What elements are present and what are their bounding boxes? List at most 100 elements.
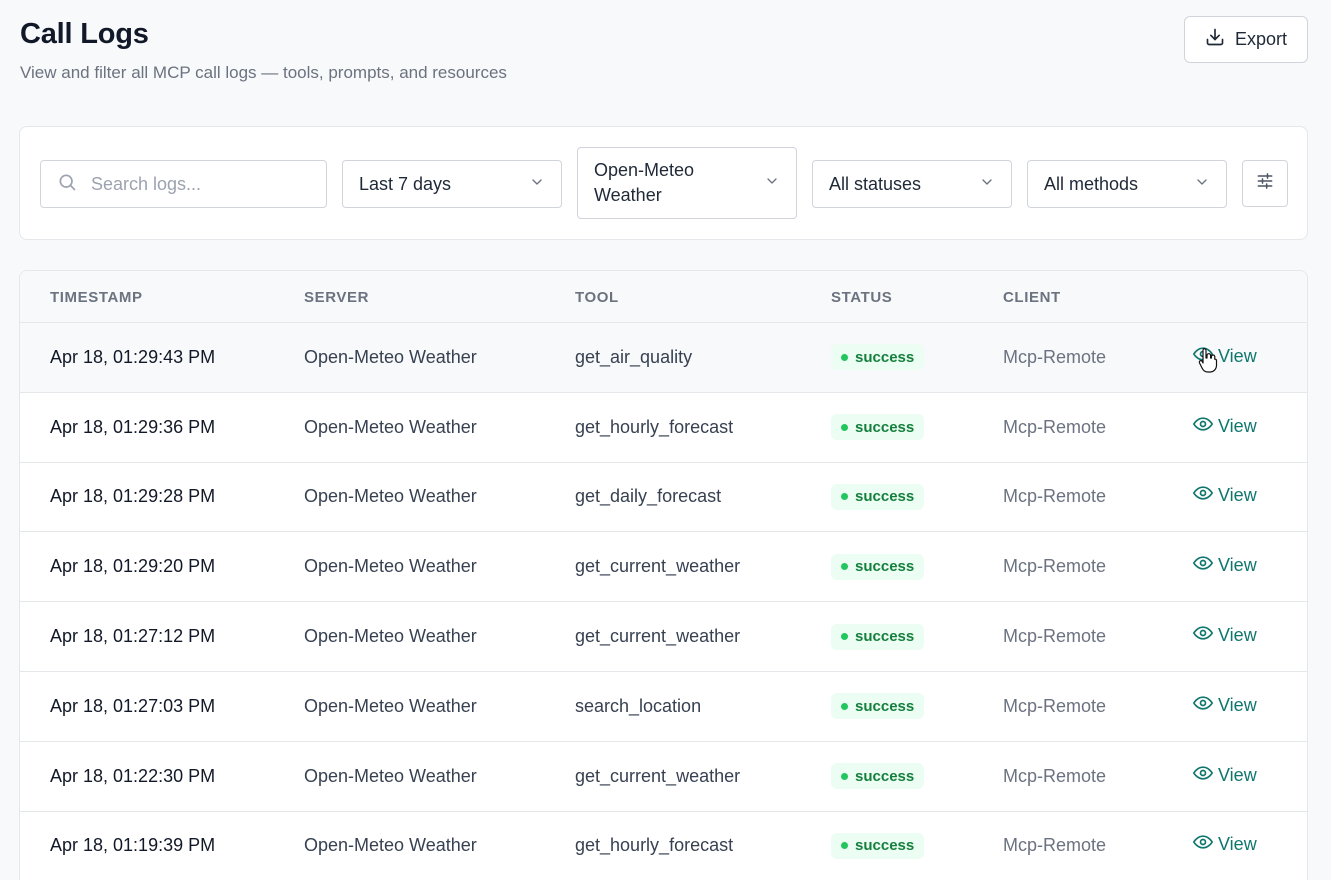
table-row[interactable]: Apr 18, 01:27:03 PM Open-Meteo Weather s… — [20, 672, 1307, 742]
timestamp-cell: Apr 18, 01:29:36 PM — [50, 416, 216, 437]
server-select[interactable]: Open-Meteo Weather — [577, 147, 797, 219]
view-label: View — [1218, 485, 1257, 506]
table-row[interactable]: Apr 18, 01:19:39 PM Open-Meteo Weather g… — [20, 812, 1307, 880]
column-header-tool: TOOL — [575, 289, 619, 306]
client-cell: Mcp-Remote — [1003, 556, 1107, 577]
status-badge: success — [831, 832, 925, 859]
status-dot-icon — [841, 493, 848, 501]
status-value: All statuses — [829, 173, 922, 194]
client-cell: Mcp-Remote — [1003, 626, 1107, 647]
view-button[interactable]: View — [1193, 623, 1257, 648]
action-cell: View — [1193, 323, 1257, 392]
status-cell: success — [831, 602, 925, 671]
status-cell: success — [831, 323, 925, 392]
view-button[interactable]: View — [1193, 414, 1257, 439]
tool-cell: get_current_weather — [575, 556, 741, 577]
view-button[interactable]: View — [1193, 693, 1257, 718]
search-field[interactable] — [40, 160, 327, 208]
action-cell: View — [1193, 742, 1257, 811]
action-cell: View — [1193, 393, 1257, 462]
chevron-down-icon — [529, 174, 545, 195]
client-cell: Mcp-Remote — [1003, 695, 1107, 716]
filter-bar: Last 7 days Open-Meteo Weather All statu… — [19, 126, 1308, 240]
eye-icon — [1193, 693, 1213, 718]
status-cell: success — [831, 742, 925, 811]
table-body: Apr 18, 01:29:43 PM Open-Meteo Weather g… — [20, 323, 1307, 880]
export-button[interactable]: Export — [1184, 16, 1308, 63]
column-header-timestamp: TIMESTAMP — [50, 289, 143, 306]
view-label: View — [1218, 415, 1257, 436]
status-dot-icon — [841, 563, 848, 571]
page-title: Call Logs — [20, 18, 149, 50]
view-label: View — [1218, 555, 1257, 576]
column-header-status: STATUS — [831, 289, 893, 306]
table-row[interactable]: Apr 18, 01:29:43 PM Open-Meteo Weather g… — [20, 323, 1307, 393]
table-row[interactable]: Apr 18, 01:27:12 PM Open-Meteo Weather g… — [20, 602, 1307, 672]
timestamp-cell: Apr 18, 01:29:28 PM — [50, 486, 216, 507]
server-cell: Open-Meteo Weather — [304, 556, 477, 577]
search-input[interactable] — [91, 173, 291, 195]
search-icon — [57, 172, 91, 197]
status-text: success — [855, 697, 915, 715]
date-range-select[interactable]: Last 7 days — [342, 160, 562, 208]
status-badge: success — [831, 623, 925, 650]
view-label: View — [1218, 694, 1257, 715]
status-cell: success — [831, 393, 925, 462]
sliders-icon — [1255, 171, 1275, 196]
timestamp-cell: Apr 18, 01:29:43 PM — [50, 346, 216, 367]
download-icon — [1205, 27, 1225, 52]
eye-icon — [1193, 763, 1213, 788]
status-cell: success — [831, 672, 925, 741]
table-row[interactable]: Apr 18, 01:29:20 PM Open-Meteo Weather g… — [20, 532, 1307, 603]
timestamp-cell: Apr 18, 01:29:20 PM — [50, 556, 216, 577]
table-row[interactable]: Apr 18, 01:29:28 PM Open-Meteo Weather g… — [20, 463, 1307, 533]
timestamp-cell: Apr 18, 01:19:39 PM — [50, 835, 216, 856]
view-button[interactable]: View — [1193, 763, 1257, 788]
view-label: View — [1218, 764, 1257, 785]
status-text: success — [855, 767, 915, 785]
chevron-down-icon — [764, 173, 780, 194]
view-button[interactable]: View — [1193, 344, 1257, 369]
eye-icon — [1193, 344, 1213, 369]
view-button[interactable]: View — [1193, 483, 1257, 508]
view-label: View — [1218, 345, 1257, 366]
status-badge: success — [831, 344, 925, 371]
view-label: View — [1218, 625, 1257, 646]
date-range-value: Last 7 days — [359, 173, 452, 194]
server-cell: Open-Meteo Weather — [304, 765, 477, 786]
method-select[interactable]: All methods — [1027, 160, 1227, 208]
status-text: success — [855, 837, 915, 855]
eye-icon — [1193, 832, 1213, 857]
server-cell: Open-Meteo Weather — [304, 626, 477, 647]
server-cell: Open-Meteo Weather — [304, 346, 477, 367]
timestamp-cell: Apr 18, 01:22:30 PM — [50, 765, 216, 786]
status-text: success — [855, 348, 915, 366]
method-value: All methods — [1044, 173, 1139, 194]
eye-icon — [1193, 553, 1213, 578]
view-button[interactable]: View — [1193, 832, 1257, 857]
page-subtitle: View and filter all MCP call logs — tool… — [20, 63, 507, 82]
advanced-filters-button[interactable] — [1242, 160, 1288, 207]
action-cell: View — [1193, 812, 1257, 880]
export-label: Export — [1234, 29, 1288, 49]
table-row[interactable]: Apr 18, 01:22:30 PM Open-Meteo Weather g… — [20, 742, 1307, 812]
status-dot-icon — [841, 702, 848, 710]
status-cell: success — [831, 532, 925, 601]
tool-cell: get_hourly_forecast — [575, 416, 734, 437]
column-header-server: SERVER — [304, 289, 370, 306]
chevron-down-icon — [1194, 174, 1210, 195]
status-badge: success — [831, 414, 925, 441]
status-select[interactable]: All statuses — [812, 160, 1012, 208]
table-row[interactable]: Apr 18, 01:29:36 PM Open-Meteo Weather g… — [20, 393, 1307, 463]
client-cell: Mcp-Remote — [1003, 416, 1107, 437]
status-dot-icon — [841, 842, 848, 850]
status-dot-icon — [841, 423, 848, 431]
status-cell: success — [831, 463, 925, 532]
client-cell: Mcp-Remote — [1003, 835, 1107, 856]
client-cell: Mcp-Remote — [1003, 486, 1107, 507]
status-badge: success — [831, 483, 925, 510]
chevron-down-icon — [979, 174, 995, 195]
server-value: Open-Meteo Weather — [594, 160, 695, 205]
view-button[interactable]: View — [1193, 553, 1257, 578]
action-cell: View — [1193, 672, 1257, 741]
